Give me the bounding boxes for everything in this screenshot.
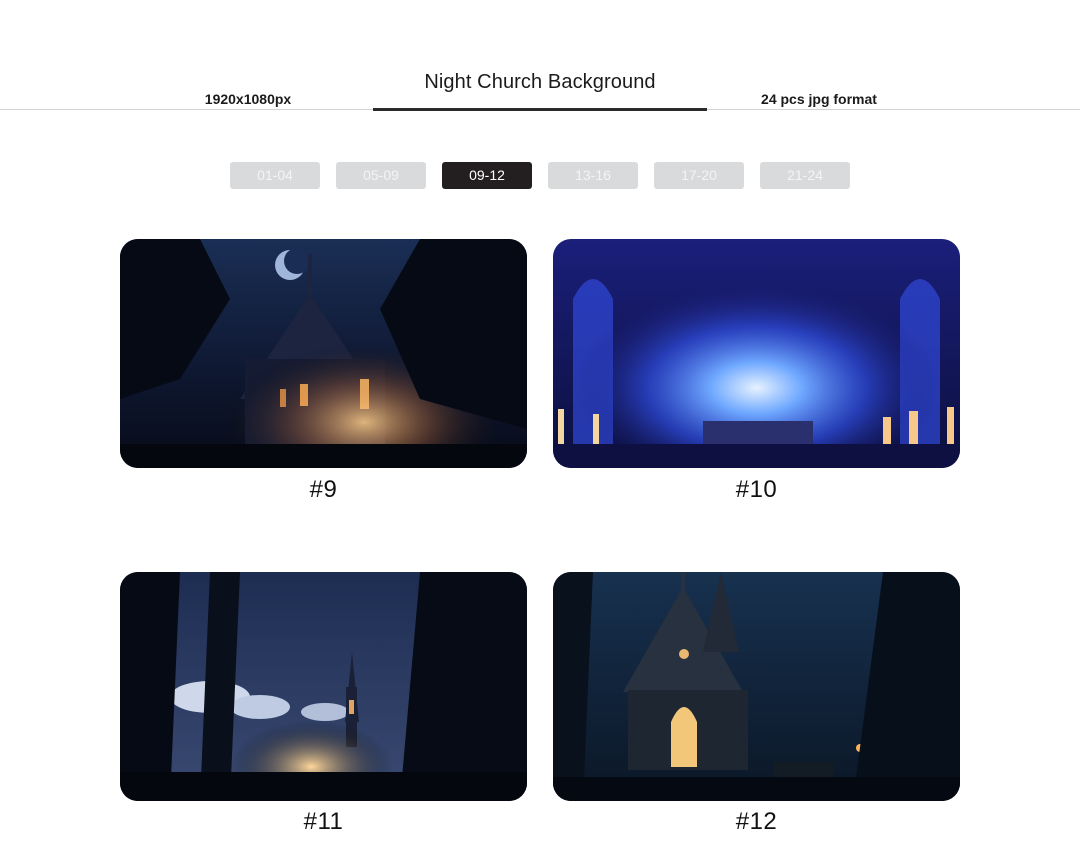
caption-10: #10 xyxy=(735,476,778,503)
resolution-label: 1920x1080px xyxy=(204,91,292,107)
tab-09-12[interactable]: 09-12 xyxy=(442,162,532,189)
caption-12: #12 xyxy=(735,808,778,835)
tab-13-16[interactable]: 13-16 xyxy=(548,162,638,189)
glowing-cathedral-interior-image xyxy=(553,239,960,468)
gallery-image-10[interactable] xyxy=(553,239,960,468)
gallery-image-11[interactable] xyxy=(120,572,527,801)
title-underline xyxy=(373,108,707,111)
page: 1920x1080px Night Church Background 24 p… xyxy=(0,0,1080,864)
gothic-chapel-image xyxy=(553,572,960,801)
format-label: 24 pcs jpg format xyxy=(761,91,877,107)
gallery-image-9[interactable] xyxy=(120,239,527,468)
caption-9: #9 xyxy=(309,476,338,503)
church-forest-moon-image xyxy=(120,239,527,468)
header: 1920x1080px Night Church Background 24 p… xyxy=(0,0,1080,112)
tab-01-04[interactable]: 01-04 xyxy=(230,162,320,189)
tab-05-09[interactable]: 05-09 xyxy=(336,162,426,189)
tab-17-20[interactable]: 17-20 xyxy=(654,162,744,189)
caption-11: #11 xyxy=(303,808,344,835)
tab-21-24[interactable]: 21-24 xyxy=(760,162,850,189)
gallery-image-12[interactable] xyxy=(553,572,960,801)
forest-path-spire-image xyxy=(120,572,527,801)
page-title: Night Church Background xyxy=(424,71,656,93)
